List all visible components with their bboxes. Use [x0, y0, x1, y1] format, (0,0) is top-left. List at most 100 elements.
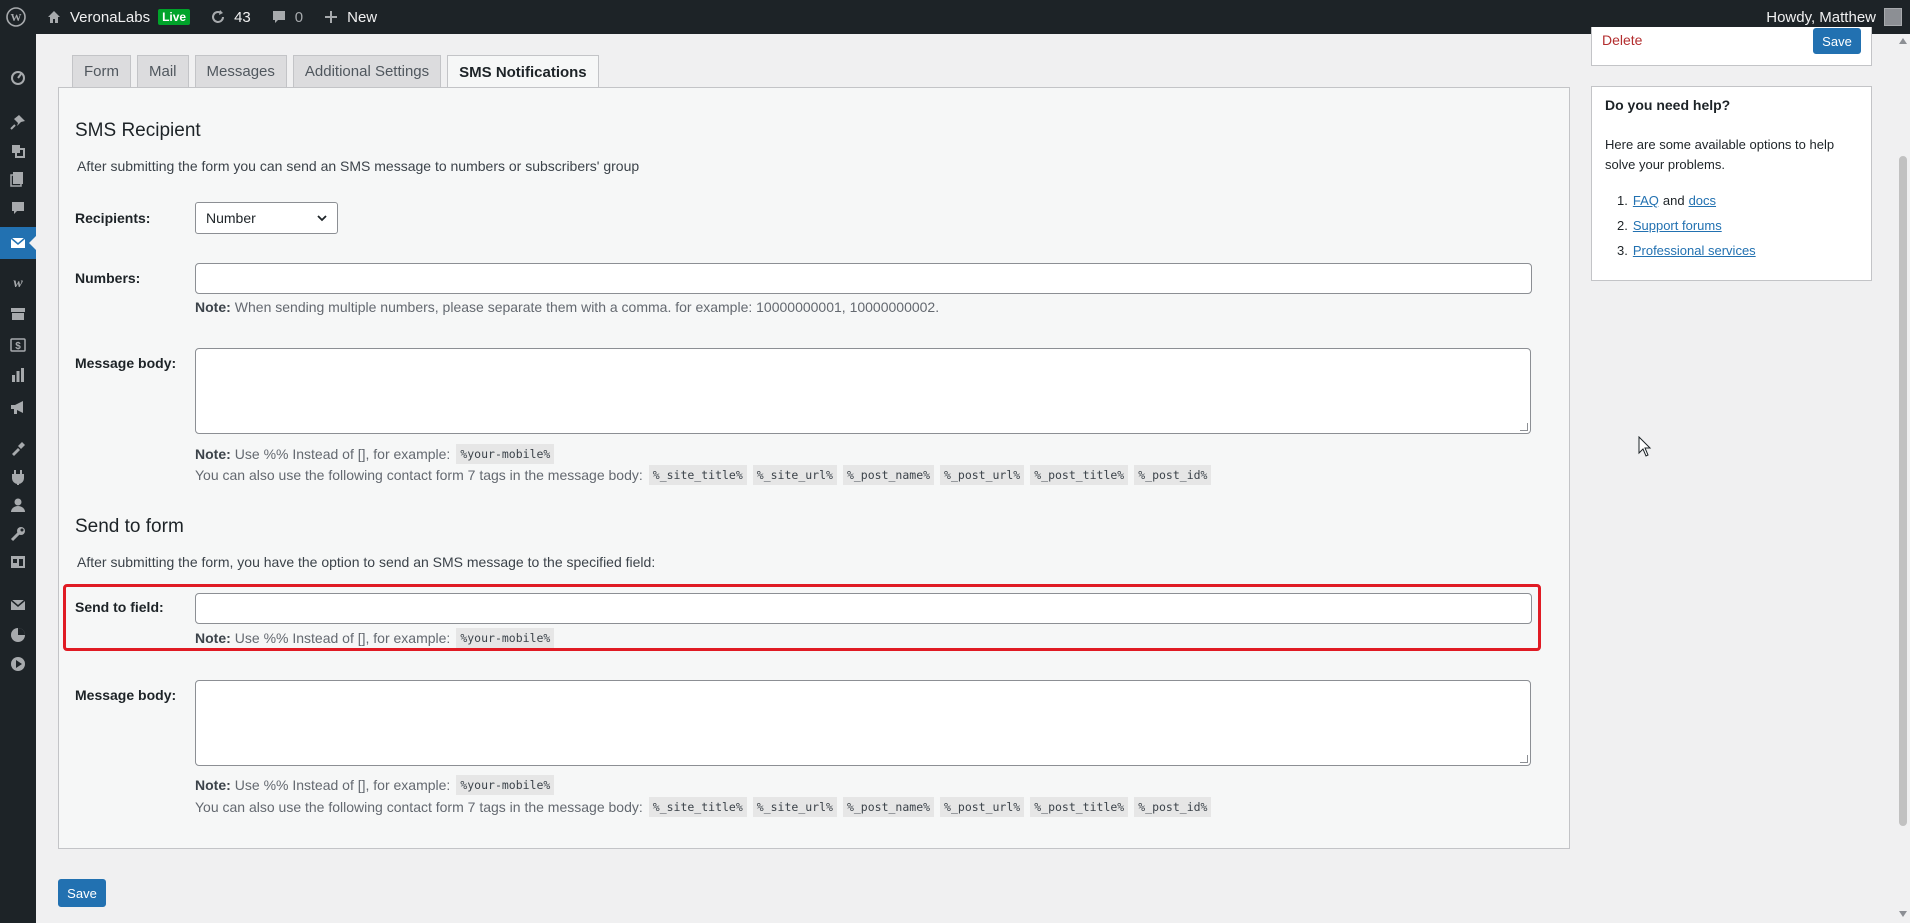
help-box: Do you need help? Here are some availabl… [1591, 86, 1872, 281]
resize-handle-icon[interactable] [1520, 755, 1528, 763]
message-body-label: Message body: [75, 355, 177, 371]
tab-mail[interactable]: Mail [137, 55, 189, 87]
send-to-field-note: Note: Use %% Instead of [], for example:… [195, 628, 555, 648]
page-scrollbar[interactable] [1896, 34, 1910, 923]
woo-icon: w [13, 276, 23, 290]
plugins-icon [12, 470, 24, 485]
play-icon [11, 657, 25, 671]
code-tag: %_post_name% [842, 465, 935, 485]
form-editor-tabs: Form Mail Messages Additional Settings S… [72, 55, 599, 88]
comments-icon [12, 202, 24, 214]
chart-icon [11, 628, 25, 642]
resize-handle-icon[interactable] [1520, 423, 1528, 431]
sidebar-menu-item[interactable] [0, 192, 36, 224]
support-forums-link[interactable]: Support forums [1633, 218, 1722, 233]
code-tag: %your-mobile% [456, 444, 555, 464]
chevron-down-icon [317, 215, 327, 222]
code-tag: %your-mobile% [456, 775, 555, 795]
code-tag: %_post_id% [1134, 797, 1212, 817]
wordpress-icon: W [6, 7, 26, 27]
tags-note: You can also use the following contact f… [195, 465, 1212, 485]
megaphone-icon [11, 401, 23, 414]
settings-icon [11, 556, 25, 568]
svg-text:W: W [11, 12, 22, 24]
tab-sms-notifications[interactable]: SMS Notifications [447, 55, 599, 88]
docs-link[interactable]: docs [1689, 193, 1716, 208]
sidebar-menu-item[interactable] [0, 648, 36, 680]
numbers-input[interactable] [195, 263, 1532, 294]
send-to-form-description: After submitting the form, you have the … [77, 554, 656, 570]
save-button[interactable]: Save [58, 879, 106, 907]
tab-messages[interactable]: Messages [194, 55, 287, 87]
send-to-message-body-note: Note: Use %% Instead of [], for example:… [195, 775, 555, 795]
admin-sidebar: w $ [0, 34, 36, 923]
code-tag: %_site_url% [752, 797, 837, 817]
appearance-icon [12, 442, 25, 456]
tab-form[interactable]: Form [72, 55, 131, 87]
code-tag: %_site_title% [648, 465, 747, 485]
code-tag: %_post_url% [940, 465, 1025, 485]
numbers-label: Numbers: [75, 270, 141, 286]
pin-icon [10, 115, 25, 130]
comments-link[interactable]: 0 [260, 0, 312, 34]
code-tag: %_site_title% [648, 797, 747, 817]
sidebar-menu-item[interactable]: w [0, 266, 36, 298]
code-tag: %_post_url% [940, 797, 1025, 817]
sidebar-menu-item[interactable] [0, 106, 36, 138]
scrollbar-thumb[interactable] [1899, 156, 1907, 826]
site-name-link[interactable]: VeronaLabs Live [35, 0, 199, 34]
sidebar-menu-item[interactable] [0, 432, 36, 464]
recipients-selected-value: Number [206, 210, 256, 226]
professional-services-link[interactable]: Professional services [1633, 243, 1756, 258]
sms-recipient-description: After submitting the form you can send a… [77, 158, 640, 174]
recipients-select[interactable]: Number [195, 202, 338, 234]
send-to-field-label: Send to field: [75, 599, 164, 615]
help-title: Do you need help? [1605, 97, 1731, 113]
sidebar-menu-item[interactable] [0, 298, 36, 330]
recipients-label: Recipients: [75, 210, 151, 226]
sms-recipient-title: SMS Recipient [75, 120, 201, 141]
code-tag: %your-mobile% [456, 628, 555, 648]
sidebar-menu-item[interactable] [0, 546, 36, 578]
wordpress-logo-button[interactable]: W [0, 0, 35, 34]
sidebar-menu-item[interactable] [0, 61, 36, 93]
sidebar-menu-item[interactable] [0, 589, 36, 621]
new-content-link[interactable]: New [312, 0, 386, 34]
scroll-down-arrow-icon[interactable] [1899, 911, 1907, 917]
sidebar-menu-item[interactable] [0, 227, 36, 259]
tab-additional-settings[interactable]: Additional Settings [292, 55, 442, 87]
message-body-note: Note: Use %% Instead of [], for example:… [195, 444, 555, 464]
code-tag: %_post_title% [1030, 797, 1129, 817]
sidebar-menu-item[interactable] [0, 619, 36, 651]
delete-link[interactable]: Delete [1602, 32, 1642, 48]
message-body-label: Message body: [75, 687, 177, 703]
send-to-field-input[interactable] [195, 593, 1532, 624]
help-item: 1. FAQ and docs [1617, 193, 1717, 208]
pages-icon [10, 172, 23, 187]
sidebar-menu-item[interactable] [0, 163, 36, 195]
publish-box: Delete Save [1591, 27, 1872, 66]
home-icon [44, 7, 64, 27]
code-tag: %_site_url% [752, 465, 837, 485]
sidebar-menu-item[interactable]: $ [0, 329, 36, 361]
message-body-textarea[interactable] [195, 348, 1531, 434]
updates-link[interactable]: 43 [199, 0, 260, 34]
save-button-top[interactable]: Save [1813, 28, 1861, 54]
help-options-list: 1. FAQ and docs 2. Support forums 3. Pro… [1605, 188, 1756, 263]
scroll-up-arrow-icon[interactable] [1899, 38, 1907, 44]
dollar-icon: $ [10, 338, 26, 352]
media-icon [12, 145, 25, 158]
sidebar-menu-item[interactable] [0, 391, 36, 423]
sidebar-menu-item[interactable] [0, 489, 36, 521]
send-to-message-body-textarea[interactable] [195, 680, 1531, 766]
greeting: Howdy, Matthew [1766, 8, 1876, 26]
site-name: VeronaLabs [70, 8, 151, 26]
help-text: Here are some available options to help … [1605, 137, 1835, 172]
code-tag: %_post_id% [1134, 465, 1212, 485]
refresh-icon [208, 7, 228, 27]
faq-link[interactable]: FAQ [1633, 193, 1659, 208]
sidebar-menu-item[interactable] [0, 359, 36, 391]
new-label: New [347, 8, 378, 26]
users-icon [11, 498, 25, 512]
svg-text:$: $ [15, 341, 21, 352]
